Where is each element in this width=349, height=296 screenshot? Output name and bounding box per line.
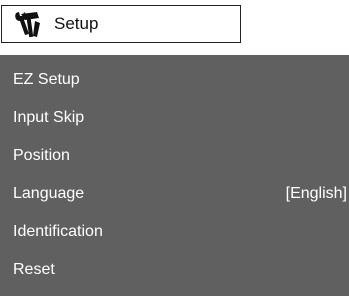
menu-item-label: Position xyxy=(13,147,70,164)
setup-menu: EZ Setup Input Skip Position Language [E… xyxy=(0,55,349,296)
menu-item-reset[interactable]: Reset xyxy=(0,251,349,289)
menu-item-label: Identification xyxy=(13,223,103,240)
menu-item-label: Reset xyxy=(13,261,55,278)
language-value: [English] xyxy=(285,185,347,202)
page-title: Setup xyxy=(54,14,99,33)
menu-item-ez-setup[interactable]: EZ Setup xyxy=(0,61,349,99)
menu-item-label: EZ Setup xyxy=(13,71,80,88)
setup-header: Setup xyxy=(1,5,241,43)
menu-item-language[interactable]: Language [English] xyxy=(0,175,349,213)
tools-icon xyxy=(13,9,45,39)
menu-item-input-skip[interactable]: Input Skip xyxy=(0,99,349,137)
menu-item-position[interactable]: Position xyxy=(0,137,349,175)
menu-item-identification[interactable]: Identification xyxy=(0,213,349,251)
menu-item-label: Language xyxy=(13,185,85,202)
menu-item-label: Input Skip xyxy=(13,109,85,126)
